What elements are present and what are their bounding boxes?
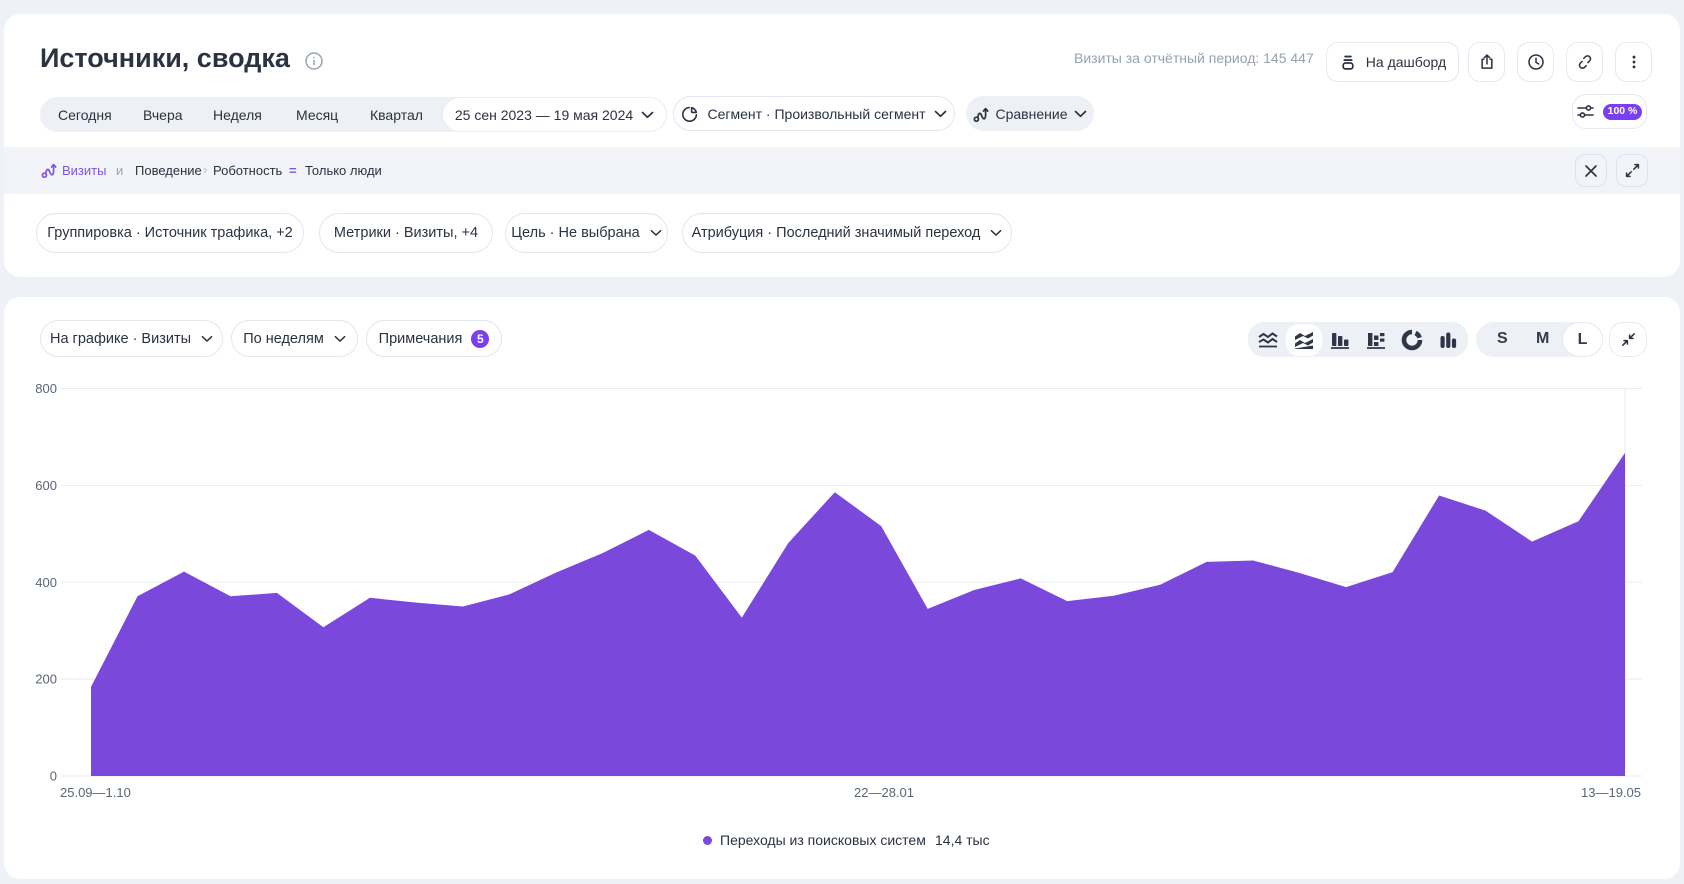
svg-text:0: 0 bbox=[50, 769, 57, 784]
svg-text:25.09—1.10: 25.09—1.10 bbox=[60, 785, 131, 800]
svg-text:13—19.05: 13—19.05 bbox=[1581, 785, 1641, 800]
svg-text:600: 600 bbox=[35, 478, 57, 493]
svg-text:400: 400 bbox=[35, 575, 57, 590]
svg-text:200: 200 bbox=[35, 672, 57, 687]
svg-text:800: 800 bbox=[35, 381, 57, 396]
svg-text:22—28.01: 22—28.01 bbox=[854, 785, 914, 800]
